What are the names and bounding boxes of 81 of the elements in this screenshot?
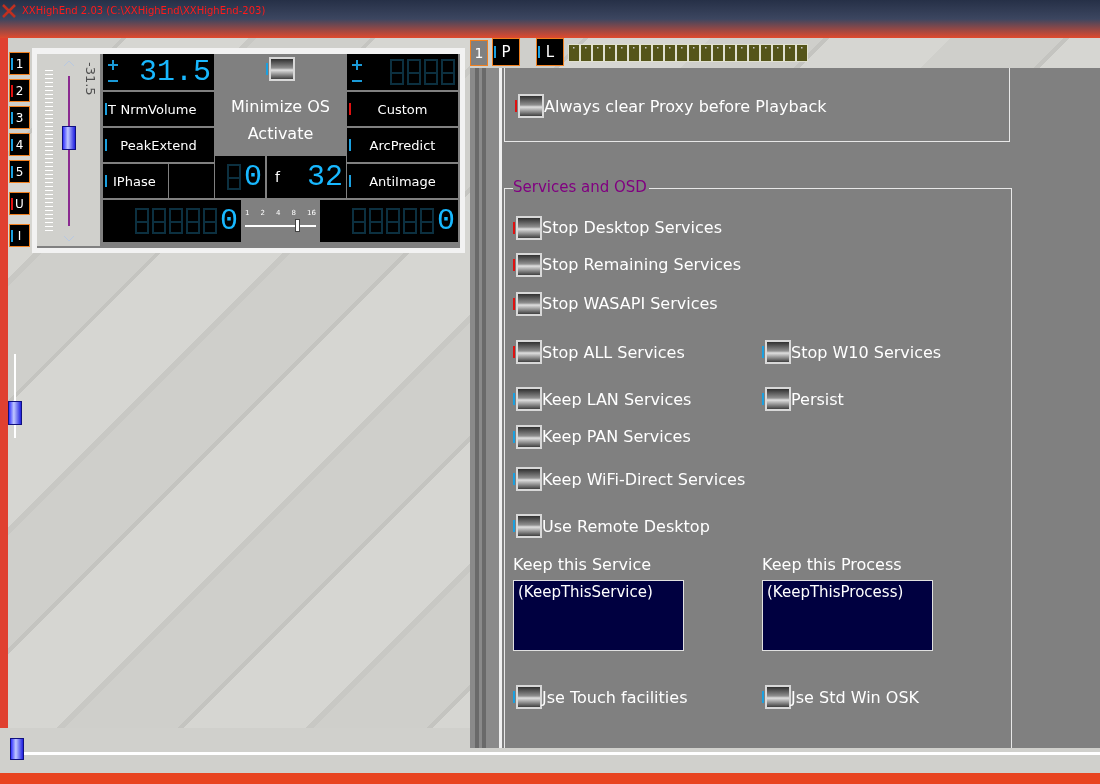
slider-thumb[interactable] [10, 738, 24, 760]
display-value: 32 [307, 162, 343, 192]
unlit-digit [390, 59, 404, 85]
checkbox-label: Stop W10 Services [791, 342, 942, 362]
checkbox[interactable] [516, 215, 542, 240]
mode-button[interactable]: T NrmVolume [103, 92, 214, 126]
unlit-digit [369, 208, 383, 234]
unlit-digit [420, 208, 434, 234]
unlit-digit [186, 208, 200, 234]
channel-button[interactable]: 1 [9, 52, 30, 75]
slider-thumb[interactable] [8, 400, 22, 425]
checkbox-label: Keep PAN Services [542, 427, 691, 446]
window-title: XXHighEnd 2.03 (C:\XXHighEnd\XXHighEnd-203) [22, 5, 266, 16]
mode-button[interactable]: Custom [347, 92, 458, 126]
input-field[interactable]: (KeepThisService) [513, 580, 684, 651]
checkbox[interactable] [516, 424, 542, 449]
mode-button[interactable]: L [536, 38, 564, 66]
channel-button[interactable]: 4 [9, 133, 30, 156]
slider-thumb[interactable] [295, 219, 301, 232]
input-field[interactable]: (KeepThisProcess) [762, 580, 933, 651]
checkbox[interactable] [516, 387, 542, 411]
channel-button[interactable]: 2 [9, 79, 30, 102]
mode-button[interactable]: P [492, 38, 520, 66]
f-label: f [274, 169, 282, 185]
unlit-digit [135, 208, 149, 234]
slider-thumb[interactable] [61, 126, 76, 151]
checkbox[interactable] [765, 387, 791, 411]
checkbox-label: Stop ALL Services [542, 342, 685, 362]
display-value: 0 [437, 206, 455, 236]
display-value: 31.5 [139, 57, 211, 87]
unlit-digit [407, 59, 421, 85]
checkbox[interactable] [518, 94, 544, 118]
checkbox[interactable] [516, 291, 542, 316]
unlit-digit [203, 208, 217, 234]
channel-button[interactable]: 5 [9, 160, 30, 183]
unlit-digit [424, 59, 438, 85]
checkbox-label: Keep LAN Services [542, 389, 692, 409]
display-value: 0 [220, 206, 238, 236]
channel-button[interactable]: 3 [9, 106, 30, 129]
unlit-digit [152, 208, 166, 234]
minimize-label: Minimize OS [231, 96, 330, 118]
checkbox[interactable] [269, 57, 295, 81]
mode-button[interactable]: IPhase [103, 164, 168, 198]
checkbox-label: Use Remote Desktop [542, 516, 710, 536]
activate-label: Activate [247, 123, 314, 145]
channel-button[interactable]: I [9, 224, 30, 247]
field-label: Keep this Service [513, 555, 653, 574]
checkbox[interactable] [516, 685, 542, 709]
channel-button[interactable]: U [9, 192, 30, 215]
mode-button[interactable]: PeakExtend [103, 128, 214, 162]
mode-button[interactable]: AntiImage [347, 164, 458, 198]
checkbox-label: Always clear Proxy before Playback [544, 96, 827, 116]
mode-button[interactable]: ArcPredict [347, 128, 458, 162]
unlit-digit [441, 59, 455, 85]
checkbox[interactable] [516, 514, 542, 538]
checkbox-label: Stop WASAPI Services [542, 294, 718, 313]
checkbox[interactable] [765, 340, 791, 364]
volume-reading: -31.5 [83, 62, 98, 96]
plus-minus-icon [107, 59, 119, 85]
checkbox-label: Keep WiFi-Direct Services [542, 469, 746, 489]
checkbox[interactable] [516, 467, 542, 491]
checkbox-label: Persist [791, 389, 844, 409]
display-value: 0 [244, 162, 262, 192]
checkbox-label: Jse Std Win OSK [791, 687, 920, 707]
volume-slider[interactable]: -31.5 [37, 54, 100, 246]
checkbox[interactable] [765, 685, 791, 709]
unlit-digit [169, 208, 183, 234]
unlit-digit [386, 208, 400, 234]
checkbox[interactable] [516, 340, 542, 364]
field-label: Keep this Process [762, 555, 903, 574]
page-number: 1 [470, 40, 488, 66]
unlit-digit [403, 208, 417, 234]
checkbox-label: Stop Remaining Services [542, 255, 741, 274]
position-slider[interactable] [10, 738, 1100, 762]
unlit-digit [352, 208, 366, 234]
unlit-digit [227, 164, 241, 190]
side-slider[interactable] [8, 354, 22, 438]
checkbox[interactable] [516, 252, 542, 277]
checkbox-label: Stop Desktop Services [542, 218, 722, 237]
checkbox-label: Jse Touch facilities [542, 687, 688, 707]
plus-minus-icon [351, 59, 363, 85]
